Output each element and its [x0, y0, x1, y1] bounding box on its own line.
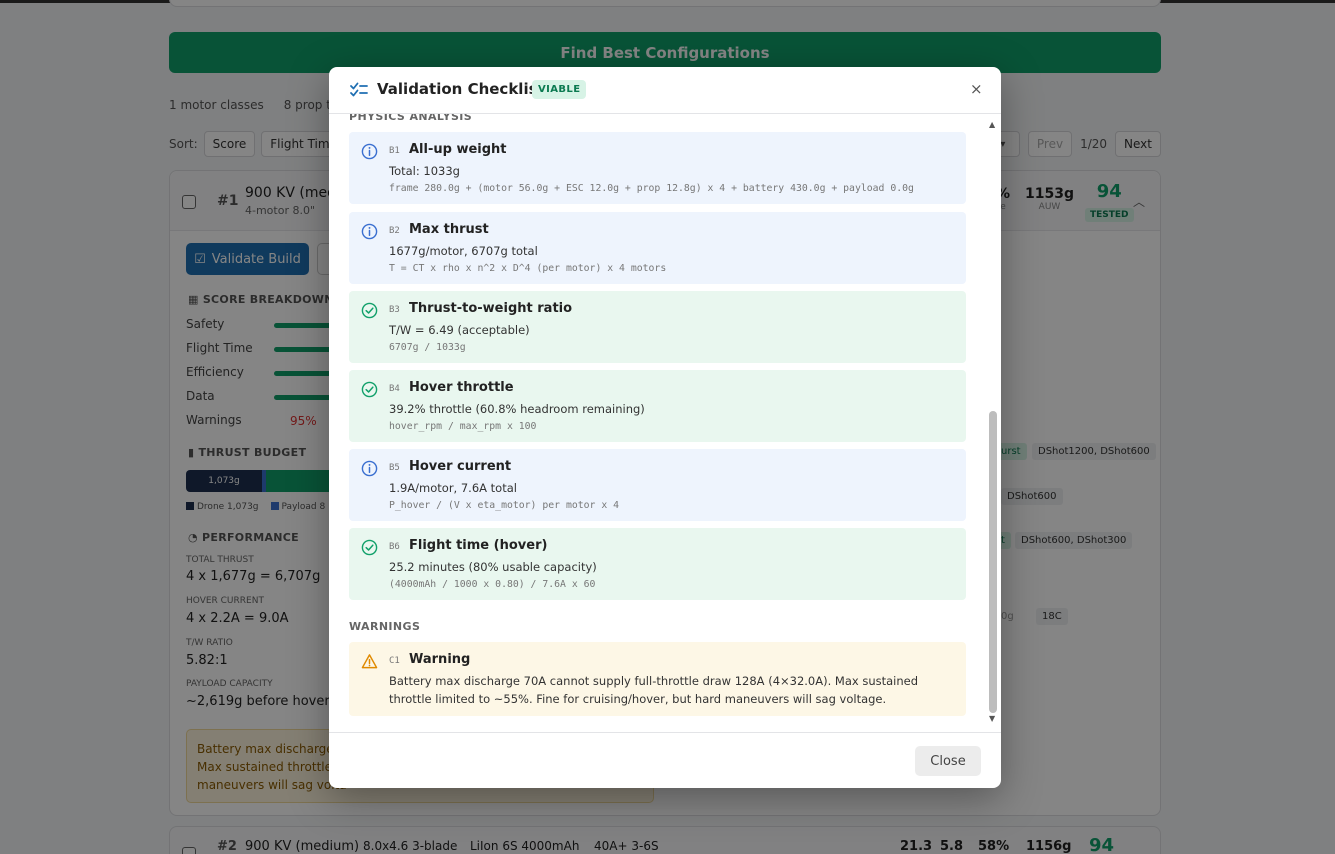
item-description: T/W = 6.49 (acceptable): [389, 323, 530, 337]
modal-body[interactable]: PHYSICS ANALYSIS B1 All-up weight Total:…: [329, 114, 1001, 732]
item-code: B5: [389, 463, 400, 473]
item-code: C1: [389, 656, 400, 666]
item-title: Hover throttle: [409, 380, 514, 395]
item-description: 1677g/motor, 6707g total: [389, 244, 538, 258]
item-formula: T = CT x rho x n^2 x D^4 (per motor) x 4…: [389, 263, 667, 274]
modal-footer: Close: [329, 732, 1001, 788]
info-icon: [361, 143, 378, 160]
close-button[interactable]: Close: [915, 746, 981, 776]
checklist-icon: [350, 82, 368, 97]
check-circle-icon: [361, 302, 378, 319]
item-formula: hover_rpm / max_rpm x 100: [389, 421, 537, 432]
check-item-c1: C1 Warning Battery max discharge 70A can…: [349, 642, 966, 716]
item-description: 25.2 minutes (80% usable capacity): [389, 560, 597, 574]
info-icon: [361, 223, 378, 240]
item-description: 1.9A/motor, 7.6A total: [389, 481, 517, 495]
check-item-b5: B5 Hover current 1.9A/motor, 7.6A total …: [349, 449, 966, 521]
validation-checklist-modal: Validation Checklist VIABLE × PHYSICS AN…: [329, 67, 1001, 788]
item-title: All-up weight: [409, 142, 507, 157]
scroll-down-icon[interactable]: ▼: [989, 714, 995, 723]
check-circle-icon: [361, 539, 378, 556]
modal-scrollbar[interactable]: ▲ ▼: [988, 114, 998, 732]
item-formula: (4000mAh / 1000 x 0.80) / 7.6A x 60: [389, 579, 596, 590]
item-description: Total: 1033g: [389, 164, 460, 178]
item-title: Hover current: [409, 459, 512, 474]
check-item-b3: B3 Thrust-to-weight ratio T/W = 6.49 (ac…: [349, 291, 966, 363]
item-code: B2: [389, 226, 400, 236]
modal-title: Validation Checklist: [377, 80, 545, 98]
item-description: Battery max discharge 70A cannot supply …: [389, 674, 919, 706]
item-title: Warning: [409, 652, 471, 667]
item-title: Thrust-to-weight ratio: [409, 301, 573, 316]
scroll-up-icon[interactable]: ▲: [989, 120, 995, 129]
item-title: Flight time (hover): [409, 538, 548, 553]
close-icon[interactable]: ×: [970, 80, 983, 98]
physics-analysis-label: PHYSICS ANALYSIS: [349, 114, 473, 123]
item-formula: frame 280.0g + (motor 56.0g + ESC 12.0g …: [389, 183, 914, 194]
item-code: B6: [389, 542, 400, 552]
info-icon: [361, 460, 378, 477]
check-item-b6: B6 Flight time (hover) 25.2 minutes (80%…: [349, 528, 966, 600]
warning-triangle-icon: [361, 654, 378, 669]
item-code: B1: [389, 146, 400, 156]
warnings-label: WARNINGS: [349, 620, 421, 633]
check-item-b1: B1 All-up weight Total: 1033g frame 280.…: [349, 132, 966, 204]
item-formula: 6707g / 1033g: [389, 342, 466, 353]
item-formula: P_hover / (V x eta_motor) per motor x 4: [389, 500, 620, 511]
item-code: B4: [389, 384, 400, 394]
check-circle-icon: [361, 381, 378, 398]
item-title: Max thrust: [409, 222, 489, 237]
check-item-b4: B4 Hover throttle 39.2% throttle (60.8% …: [349, 370, 966, 442]
item-code: B3: [389, 305, 400, 315]
modal-header: Validation Checklist VIABLE ×: [329, 67, 1001, 114]
check-item-b2: B2 Max thrust 1677g/motor, 6707g total T…: [349, 212, 966, 284]
scrollbar-thumb[interactable]: [989, 411, 997, 713]
viable-badge: VIABLE: [532, 80, 587, 99]
item-description: 39.2% throttle (60.8% headroom remaining…: [389, 402, 645, 416]
